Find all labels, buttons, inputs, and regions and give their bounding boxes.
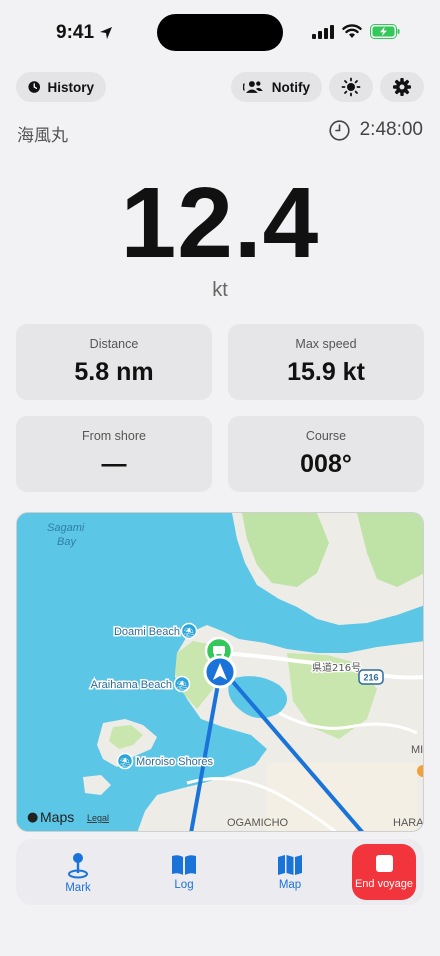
beach-label-araihama: Araihama Beach	[91, 679, 172, 691]
folded-map-icon	[278, 854, 302, 875]
bottom-toolbar: Mark Log Map End voyage	[16, 839, 424, 905]
map-pin-icon	[68, 852, 88, 878]
road-shield-number: 216	[363, 673, 378, 683]
map-button[interactable]: Map	[255, 839, 325, 905]
end-voyage-button[interactable]: End voyage	[352, 844, 416, 900]
vessel-name: 海風丸	[17, 126, 68, 146]
stat-label: Course	[305, 429, 347, 443]
beach-label-doami: Doami Beach	[114, 626, 180, 638]
current-location-marker[interactable]	[203, 655, 237, 689]
settings-button[interactable]	[380, 72, 424, 102]
stat-value: —	[101, 450, 127, 478]
stat-value: 008°	[300, 450, 352, 478]
gear-icon	[393, 78, 411, 96]
status-icons	[312, 24, 400, 39]
dynamic-island	[157, 14, 283, 51]
mark-label: Mark	[65, 881, 91, 894]
stat-label: From shore	[82, 429, 146, 443]
beach-pin-doami[interactable]: ⛱ Doami Beach	[112, 622, 198, 640]
maps-brand: Maps	[40, 809, 74, 825]
elapsed-time: 2:48:00	[359, 119, 423, 140]
legal-link[interactable]: Legal	[87, 813, 109, 823]
town-label-edge: MI	[411, 744, 423, 756]
log-button[interactable]: Log	[149, 839, 219, 905]
svg-text:⛱: ⛱	[119, 757, 130, 768]
elapsed-timer: 2:48:00	[328, 119, 423, 141]
stat-value: 5.8 nm	[74, 358, 154, 386]
map-canvas[interactable]: ⛱ Doami Beach ⛱ Araihama Beach ⛱ Moroiso…	[17, 513, 424, 832]
stat-card-course: Course 008°	[228, 416, 424, 492]
stop-icon	[375, 854, 393, 872]
town-label-ogamicho: OGAMICHO	[227, 817, 289, 829]
log-label: Log	[174, 878, 194, 891]
sun-icon	[341, 77, 361, 97]
people-wave-icon	[243, 81, 263, 93]
history-label: History	[47, 79, 94, 95]
status-time-text: 9:41	[56, 22, 95, 43]
bay-label-line1: Sagami	[47, 522, 85, 534]
history-button[interactable]: History	[16, 72, 106, 102]
beach-label-moroiso: Moroiso Shores	[136, 756, 214, 768]
brightness-button[interactable]	[329, 72, 373, 102]
clock-icon	[328, 119, 350, 141]
battery-charging-icon	[370, 24, 400, 39]
wifi-icon	[342, 24, 362, 38]
bay-label-line2: Bay	[57, 536, 77, 548]
clock-filled-icon	[28, 81, 41, 93]
status-time: 9:41	[56, 22, 113, 44]
stat-card-distance: Distance 5.8 nm	[16, 324, 212, 400]
end-voyage-label: End voyage	[354, 877, 414, 890]
speed-unit: kt	[212, 279, 228, 301]
stat-card-from-shore: From shore —	[16, 416, 212, 492]
mark-button[interactable]: Mark	[43, 839, 113, 905]
map-view[interactable]: ⛱ Doami Beach ⛱ Araihama Beach ⛱ Moroiso…	[16, 512, 424, 832]
stat-value: 15.9 kt	[287, 358, 365, 386]
town-label-hara: HARA	[393, 817, 424, 829]
svg-text:⛱: ⛱	[183, 627, 194, 638]
road-label: 県道216号	[312, 661, 361, 674]
stat-label: Max speed	[295, 337, 357, 351]
notify-label: Notify	[271, 79, 310, 95]
cellular-signal-icon	[312, 24, 334, 39]
road-shield: 216	[358, 669, 384, 685]
stat-label: Distance	[89, 337, 139, 351]
book-icon	[172, 854, 196, 875]
stat-card-max-speed: Max speed 15.9 kt	[228, 324, 424, 400]
apple-logo-icon: ●	[27, 810, 38, 825]
notify-button[interactable]: Notify	[231, 72, 322, 102]
location-arrow-icon	[100, 27, 113, 39]
speed-value: 12.4	[120, 167, 320, 279]
map-label: Map	[278, 878, 302, 891]
svg-text:⛱: ⛱	[176, 680, 187, 691]
